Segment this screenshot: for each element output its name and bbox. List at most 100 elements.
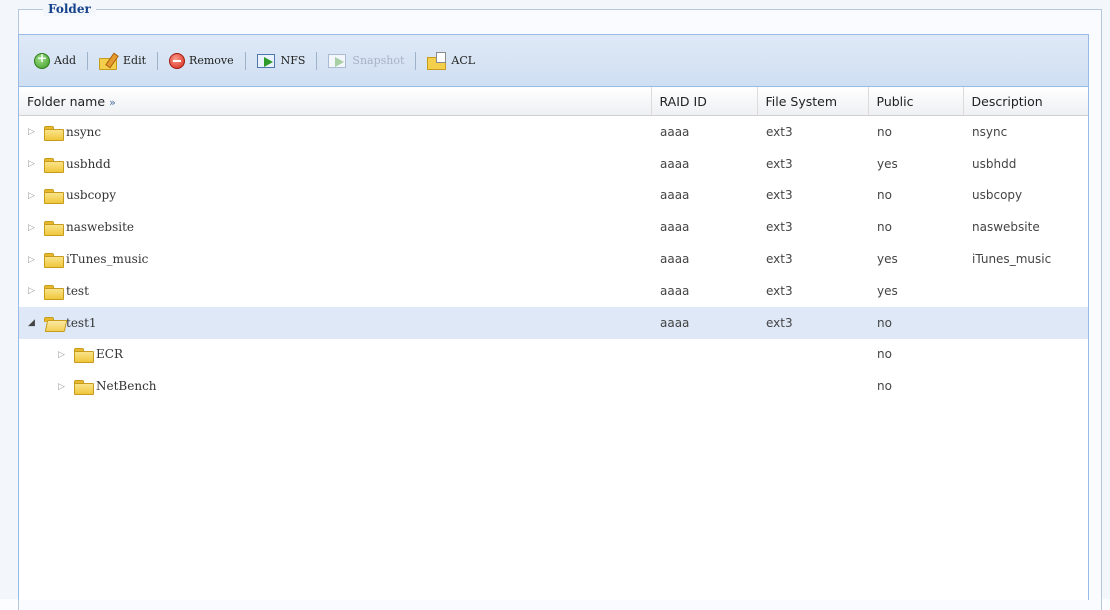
raid-id-cell: aaaa bbox=[660, 283, 690, 298]
public-cell: no bbox=[877, 220, 892, 235]
folder-name-cell: ▷ test bbox=[19, 275, 651, 307]
description-cell: nsync bbox=[972, 124, 1008, 139]
public-cell: no bbox=[868, 306, 963, 339]
expand-columns-icon[interactable]: » bbox=[109, 96, 116, 109]
add-button[interactable]: Add bbox=[31, 49, 79, 73]
expand-arrow-icon[interactable]: ▷ bbox=[58, 350, 72, 360]
table-row-child[interactable]: ▷ ECR no bbox=[19, 339, 1088, 371]
table-row[interactable]: ▷ iTunes_music aaaa ext3 yes iTunes_music bbox=[19, 243, 1088, 275]
raid-id-cell: aaaa bbox=[660, 252, 690, 267]
folder-icon bbox=[44, 189, 64, 205]
column-header-folder-name-label: Folder name bbox=[27, 93, 106, 109]
table-row-child[interactable]: ▷ NetBench no bbox=[19, 370, 1088, 402]
description-cell bbox=[963, 275, 1088, 307]
table-row[interactable]: ▷ naswebsite aaaa ext3 no naswebsite bbox=[19, 211, 1088, 243]
description-cell: usbcopy bbox=[972, 188, 1023, 203]
public-cell: yes bbox=[877, 156, 898, 171]
edit-icon bbox=[99, 52, 119, 70]
description-cell bbox=[963, 339, 1088, 371]
column-header-folder-name[interactable]: Folder name» bbox=[19, 87, 652, 116]
expand-arrow-icon[interactable]: ▷ bbox=[28, 159, 42, 169]
column-header-raid-id[interactable]: RAID ID bbox=[651, 87, 758, 116]
column-header-file-system[interactable]: File System bbox=[757, 87, 869, 116]
file-system-cell: ext3 bbox=[766, 156, 793, 171]
expand-arrow-icon[interactable]: ▷ bbox=[28, 255, 42, 265]
nfs-button[interactable]: NFS bbox=[254, 49, 309, 73]
file-system-cell: ext3 bbox=[766, 283, 793, 298]
public-cell: no bbox=[877, 188, 892, 203]
folder-name: usbcopy bbox=[66, 188, 116, 203]
folder-name-cell: ▷ nsync bbox=[19, 116, 651, 148]
collapse-arrow-icon[interactable]: ◢ bbox=[28, 318, 42, 328]
remove-button-label: Remove bbox=[189, 54, 234, 67]
toolbar-separator bbox=[87, 51, 89, 70]
expand-arrow-icon[interactable]: ▷ bbox=[28, 286, 42, 296]
table-row[interactable]: ▷ test aaaa ext3 yes bbox=[19, 275, 1088, 307]
folder-name: test bbox=[66, 283, 89, 298]
file-system-cell: ext3 bbox=[766, 220, 793, 235]
folder-icon bbox=[44, 284, 64, 300]
folder-icon bbox=[44, 157, 64, 173]
raid-id-cell: aaaa bbox=[660, 156, 690, 171]
folder-name-cell: ▷ naswebsite bbox=[19, 211, 651, 243]
folder-name: naswebsite bbox=[66, 220, 135, 235]
file-system-cell bbox=[757, 370, 868, 402]
table-row[interactable]: ▷ nsync aaaa ext3 no nsync bbox=[19, 116, 1088, 148]
folder-icon bbox=[44, 125, 64, 141]
remove-icon bbox=[169, 52, 186, 69]
description-cell bbox=[963, 306, 1088, 339]
toolbar-separator bbox=[157, 51, 159, 70]
table-row[interactable]: ▷ usbcopy aaaa ext3 no usbcopy bbox=[19, 180, 1088, 212]
folder-name: test1 bbox=[66, 315, 97, 330]
file-system-cell bbox=[757, 339, 868, 371]
folder-name-cell: ▷ ECR bbox=[19, 339, 651, 371]
remove-button[interactable]: Remove bbox=[166, 49, 237, 73]
folder-name-cell: ▷ iTunes_music bbox=[19, 243, 651, 275]
description-cell: usbhdd bbox=[972, 156, 1017, 171]
folder-icon bbox=[44, 221, 64, 237]
expand-arrow-icon[interactable]: ▷ bbox=[28, 223, 42, 233]
edit-button[interactable]: Edit bbox=[96, 49, 149, 73]
public-cell: yes bbox=[877, 283, 898, 298]
acl-button[interactable]: ACL bbox=[424, 49, 478, 73]
folder-name: iTunes_music bbox=[66, 252, 149, 267]
raid-id-cell: aaaa bbox=[651, 306, 757, 339]
public-cell: no bbox=[877, 347, 892, 362]
folder-name-cell: ▷ usbhdd bbox=[19, 148, 651, 180]
folder-icon bbox=[44, 253, 64, 269]
expand-arrow-icon[interactable]: ▷ bbox=[58, 382, 72, 392]
add-button-label: Add bbox=[54, 54, 77, 67]
description-cell: iTunes_music bbox=[972, 252, 1052, 267]
toolbar: Add Edit Remove NFS Snapshot ACL bbox=[19, 35, 1088, 87]
panel-title: Folder bbox=[43, 2, 96, 16]
toolbar-separator bbox=[244, 51, 246, 70]
folder-name: NetBench bbox=[96, 379, 157, 394]
folder-name: usbhdd bbox=[66, 156, 111, 171]
expand-arrow-icon[interactable]: ▷ bbox=[28, 191, 42, 201]
toolbar-separator bbox=[316, 51, 318, 70]
folder-name: nsync bbox=[66, 124, 102, 139]
folder-icon bbox=[74, 380, 94, 396]
edit-button-label: Edit bbox=[123, 54, 147, 67]
snapshot-icon bbox=[328, 53, 348, 68]
table-row-selected[interactable]: ◢ test1 aaaa ext3 no bbox=[19, 306, 1088, 339]
add-icon bbox=[34, 51, 50, 69]
nfs-button-label: NFS bbox=[280, 54, 306, 67]
column-header-public[interactable]: Public bbox=[868, 87, 964, 116]
table-header-row: Folder name» RAID ID File System Public … bbox=[19, 87, 1088, 116]
nfs-icon bbox=[256, 53, 277, 68]
column-header-description[interactable]: Description bbox=[963, 87, 1088, 116]
raid-id-cell: aaaa bbox=[660, 124, 690, 139]
folder-name-cell: ▷ usbcopy bbox=[19, 180, 651, 212]
file-system-cell: ext3 bbox=[757, 306, 868, 339]
raid-id-cell: aaaa bbox=[660, 188, 690, 203]
folder-name: ECR bbox=[96, 347, 123, 362]
public-cell: no bbox=[877, 124, 892, 139]
folder-grid: Add Edit Remove NFS Snapshot ACL bbox=[18, 34, 1089, 600]
public-cell: no bbox=[877, 379, 892, 394]
expand-arrow-icon[interactable]: ▷ bbox=[28, 127, 42, 137]
snapshot-button-label: Snapshot bbox=[352, 54, 405, 67]
file-system-cell: ext3 bbox=[766, 188, 793, 203]
file-system-cell: ext3 bbox=[766, 124, 793, 139]
table-row[interactable]: ▷ usbhdd aaaa ext3 yes usbhdd bbox=[19, 148, 1088, 180]
